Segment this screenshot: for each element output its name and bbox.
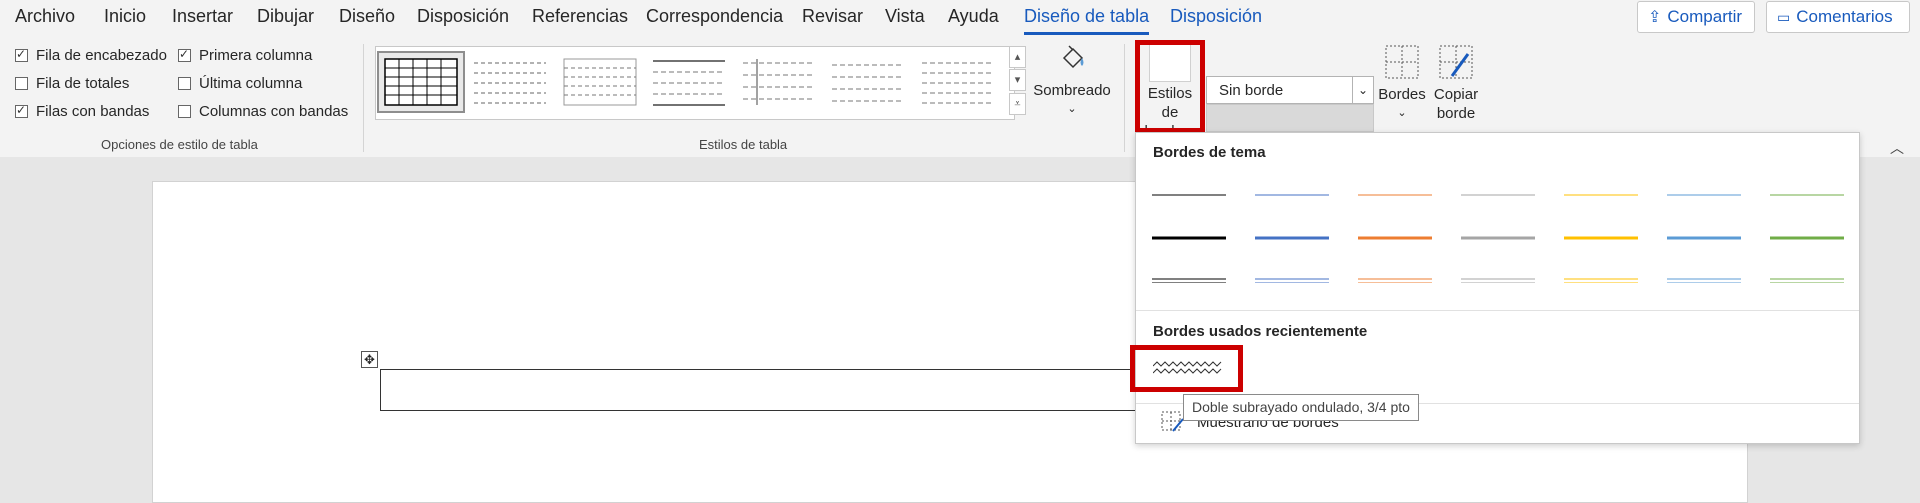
checkbox-box (15, 103, 28, 118)
tab-disposicion-tabla[interactable]: Disposición (1170, 6, 1262, 27)
tab-diseno-de-tabla[interactable]: Diseño de tabla (1024, 6, 1150, 35)
table-style-swatch[interactable] (737, 53, 821, 111)
header-row-label: Fila de encabezado (36, 47, 167, 64)
copy-border-label-2: borde (1436, 105, 1476, 122)
share-icon: ⇪ (1648, 9, 1662, 26)
group-separator (363, 44, 364, 152)
tab-referencias[interactable]: Referencias (532, 6, 628, 27)
tab-inicio[interactable]: Inicio (104, 6, 146, 27)
border-painter-icon (1161, 411, 1184, 432)
group-label-table-styles: Estilos de tabla (699, 137, 788, 152)
chevron-down-icon: ⌄ (1397, 107, 1407, 119)
first-column-label: Primera columna (199, 47, 313, 64)
theme-border-double-1[interactable] (1152, 278, 1226, 283)
shading-label: Sombreado (1033, 82, 1111, 99)
tab-vista[interactable]: Vista (885, 6, 925, 27)
theme-borders-grid (1152, 194, 1844, 283)
theme-border-double-7[interactable] (1770, 278, 1844, 283)
last-column-checkbox[interactable]: Última columna (178, 75, 302, 92)
tab-revisar[interactable]: Revisar (802, 6, 863, 27)
paint-bucket-icon (1062, 45, 1084, 69)
borders-icon (1385, 45, 1419, 79)
table-style-swatch[interactable] (647, 53, 731, 111)
comments-label: Comentarios (1796, 7, 1893, 26)
document-table[interactable] (380, 369, 1141, 411)
tab-correspondencia[interactable]: Correspondencia (646, 6, 783, 27)
table-style-swatch[interactable] (558, 53, 642, 111)
table-style-swatch[interactable] (468, 53, 552, 111)
tab-ayuda[interactable]: Ayuda (948, 6, 999, 27)
header-row-checkbox[interactable]: Fila de encabezado (15, 47, 167, 64)
shading-button[interactable]: Sombreado ⌄ (1030, 42, 1114, 119)
theme-border-double-3[interactable] (1358, 278, 1432, 283)
share-label: Compartir (1667, 7, 1743, 26)
gallery-more-icon[interactable]: ⩡ (1009, 93, 1026, 115)
gallery-scroll-up-icon[interactable]: ▴ (1009, 46, 1026, 68)
group-separator (1124, 44, 1125, 152)
comments-button[interactable]: ▭ Comentarios (1766, 1, 1910, 33)
comment-icon: ▭ (1777, 8, 1791, 25)
borders-label: Bordes (1378, 86, 1426, 103)
theme-border-double-4[interactable] (1461, 278, 1535, 283)
table-style-swatch[interactable] (377, 51, 465, 113)
tab-archivo[interactable]: Archivo (15, 6, 75, 27)
border-style-value: Sin borde (1219, 82, 1284, 99)
banded-columns-label: Columnas con bandas (199, 103, 349, 120)
border-weight-combo (1206, 104, 1374, 132)
tab-diseno[interactable]: Diseño (339, 6, 395, 27)
gallery-scroll-down-icon[interactable]: ▾ (1009, 69, 1026, 91)
table-styles-gallery (375, 46, 1015, 120)
checkbox-box (178, 77, 191, 90)
checkbox-box (15, 77, 28, 90)
last-column-label: Última columna (199, 75, 303, 92)
border-style-combo[interactable]: Sin borde ⌄ (1206, 76, 1374, 104)
theme-borders-heading: Bordes de tema (1153, 144, 1266, 161)
tooltip: Doble subrayado ondulado, 3/4 pto (1183, 394, 1419, 421)
banded-rows-checkbox[interactable]: Filas con bandas (15, 103, 149, 120)
theme-border-double-6[interactable] (1667, 278, 1741, 283)
first-column-checkbox[interactable]: Primera columna (178, 47, 312, 64)
group-label-style-options: Opciones de estilo de tabla (101, 137, 258, 152)
chevron-down-icon: ⌄ (1067, 103, 1077, 115)
checkbox-box (15, 47, 28, 62)
recent-borders-heading: Bordes usados recientemente (1153, 323, 1368, 340)
theme-border-double-2[interactable] (1255, 278, 1329, 283)
table-move-handle-icon[interactable]: ✥ (361, 351, 378, 368)
chevron-down-icon[interactable]: ⌄ (1352, 77, 1373, 103)
total-row-checkbox[interactable]: Fila de totales (15, 75, 129, 92)
total-row-label: Fila de totales (36, 75, 130, 92)
ribbon-tab-strip: Archivo Inicio Insertar Dibujar Diseño D… (0, 0, 1920, 36)
tab-insertar[interactable]: Insertar (172, 6, 233, 27)
collapse-ribbon-icon[interactable]: ︿ (1890, 138, 1904, 158)
recent-border-highlight (1130, 345, 1243, 392)
copy-border-label-1: Copiar (1433, 86, 1479, 103)
checkbox-box (178, 47, 191, 62)
banded-rows-label: Filas con bandas (36, 103, 150, 120)
dropdown-separator (1136, 310, 1859, 311)
borders-button[interactable]: Bordes ⌄ (1374, 44, 1430, 123)
border-painter-button[interactable]: Copiar borde (1430, 44, 1482, 123)
tab-dibujar[interactable]: Dibujar (257, 6, 314, 27)
table-style-swatch[interactable] (916, 53, 1000, 111)
tab-disposicion[interactable]: Disposición (417, 6, 509, 27)
theme-border-double-5[interactable] (1564, 278, 1638, 283)
highlight-box (1135, 40, 1205, 133)
table-style-swatch[interactable] (826, 53, 910, 111)
border-painter-icon (1439, 45, 1473, 79)
share-button[interactable]: ⇪ Compartir (1637, 1, 1755, 33)
checkbox-box (178, 105, 191, 118)
banded-columns-checkbox[interactable]: Columnas con bandas (178, 103, 348, 120)
